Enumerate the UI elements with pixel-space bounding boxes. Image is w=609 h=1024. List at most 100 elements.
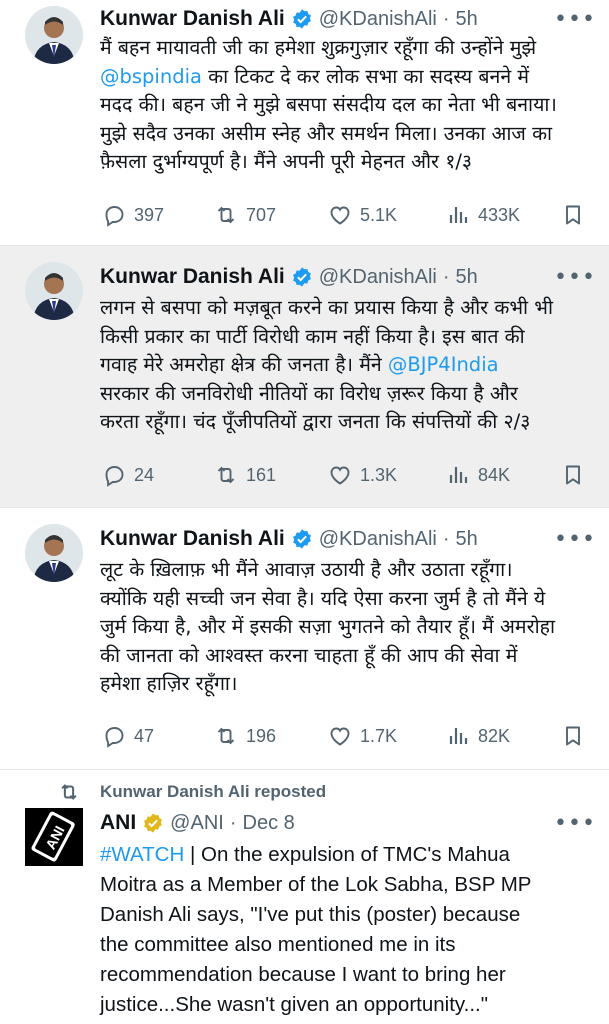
repost-label: Kunwar Danish Ali reposted bbox=[100, 782, 327, 801]
like-button[interactable]: 1.7K bbox=[328, 721, 397, 751]
like-button[interactable]: 1.3K bbox=[328, 460, 397, 490]
reply-count: 47 bbox=[134, 725, 155, 746]
verified-badge-icon bbox=[292, 267, 311, 287]
hashtag-link[interactable]: #WATCH bbox=[100, 843, 184, 866]
author-handle[interactable]: @KDanishAli bbox=[319, 528, 437, 551]
more-icon[interactable]: ••• bbox=[554, 262, 595, 292]
text-line: की जानता को आश्वस्त करना चाहता हूँ की आप… bbox=[100, 642, 595, 671]
reply-button[interactable]: 397 bbox=[102, 200, 164, 230]
text-line: करता रहूँगा। चंद पूँजीपतियों द्वारा जनता… bbox=[100, 408, 595, 437]
repost-icon bbox=[61, 784, 77, 800]
views-icon bbox=[449, 728, 468, 744]
author-handle[interactable]: @ANI bbox=[170, 812, 224, 835]
text-segment: हमेशा हाज़िर रहूँगा। bbox=[100, 672, 238, 695]
tweet-text: लगन से बसपा को मज़बूत करने का प्रयास किय… bbox=[100, 294, 595, 437]
tweet[interactable]: Kunwar Danish Ali @KDanishAli · 5h ••• ल… bbox=[0, 508, 609, 770]
like-icon bbox=[330, 206, 350, 225]
avatar[interactable] bbox=[25, 6, 83, 64]
like-icon bbox=[330, 466, 350, 485]
text-line: @bspindia का टिकट दे कर लोक सभा का सदस्य… bbox=[100, 63, 595, 92]
bookmark-icon bbox=[566, 205, 580, 225]
views-button[interactable]: 82K bbox=[446, 721, 510, 751]
repost-count: 707 bbox=[246, 204, 277, 225]
views-button[interactable]: 84K bbox=[446, 460, 510, 490]
reply-button[interactable]: 47 bbox=[102, 721, 154, 751]
reply-icon bbox=[105, 727, 124, 748]
text-segment: Danish Ali says, "I've put this (poster)… bbox=[100, 903, 521, 926]
more-icon[interactable]: ••• bbox=[554, 524, 595, 554]
tweet-actions: 397 707 5.1K 433K bbox=[100, 200, 589, 230]
text-line: लूट के ख़िलाफ़ भी मैंने आवाज़ उठायी है औ… bbox=[100, 556, 595, 585]
timestamp[interactable]: 5h bbox=[456, 266, 478, 289]
bookmark-button[interactable] bbox=[561, 200, 585, 230]
text-segment: फ़ैसला दुर्भाग्यपूर्ण है। मैंने अपनी पूर… bbox=[100, 150, 473, 173]
text-line: recommendation because I want to bring h… bbox=[100, 960, 595, 990]
repost-button[interactable]: 707 bbox=[214, 200, 276, 230]
avatar[interactable] bbox=[25, 524, 83, 582]
text-line: justice...She wasn't given an opportunit… bbox=[100, 990, 595, 1020]
repost-indicator[interactable]: Kunwar Danish Ali reposted bbox=[58, 780, 326, 804]
verified-badge-icon bbox=[292, 9, 311, 29]
author-name[interactable]: Kunwar Danish Ali bbox=[100, 527, 285, 551]
timestamp[interactable]: 5h bbox=[456, 8, 478, 31]
mention-link[interactable]: @bspindia bbox=[100, 65, 202, 88]
text-segment: जुर्म किया है, और में इसकी सज़ा भुगतने क… bbox=[100, 615, 556, 638]
tweet[interactable]: Kunwar Danish Ali @KDanishAli · 5h ••• म… bbox=[0, 0, 609, 246]
text-segment: justice...She wasn't given an opportunit… bbox=[100, 993, 488, 1016]
tweet-text: मैं बहन मायावती जी का हमेशा शुक्रगुज़ार … bbox=[100, 34, 595, 177]
text-segment: गवाह मेरे अमरोहा क्षेत्र की जनता है। मैं… bbox=[100, 353, 388, 376]
author-name[interactable]: Kunwar Danish Ali bbox=[100, 7, 285, 31]
tweet[interactable]: Kunwar Danish Ali @KDanishAli · 5h ••• ल… bbox=[0, 246, 609, 508]
avatar[interactable] bbox=[25, 262, 83, 320]
text-line: the committee also mentioned me in its bbox=[100, 930, 595, 960]
text-line: सरकार की जनविरोधी नीतियों का विरोध ज़रूर… bbox=[100, 380, 595, 409]
bookmark-icon bbox=[566, 726, 580, 746]
timestamp[interactable]: 5h bbox=[456, 528, 478, 551]
tweet-text: #WATCH | On the expulsion of TMC's Mahua… bbox=[100, 840, 595, 1020]
text-segment: मदद की। बहन जी ने मुझे बसपा संसदीय दल का… bbox=[100, 93, 557, 116]
reply-icon bbox=[105, 466, 124, 487]
text-segment: मैं बहन मायावती जी का हमेशा शुक्रगुज़ार … bbox=[100, 36, 537, 59]
text-line: किसी प्रकार का पार्टी विरोधी काम नहीं कि… bbox=[100, 323, 595, 352]
text-segment: Moitra as a Member of the Lok Sabha, BSP… bbox=[100, 873, 532, 896]
text-segment: का टिकट दे कर लोक सभा का सदस्य बनने में bbox=[201, 64, 530, 88]
mention-link[interactable]: @BJP4India bbox=[388, 353, 499, 376]
bookmark-button[interactable] bbox=[561, 460, 585, 490]
timestamp[interactable]: Dec 8 bbox=[243, 812, 295, 835]
text-segment: मुझे सदैव उनका असीम स्नेह और समर्थन मिला… bbox=[100, 121, 553, 145]
like-count: 1.7K bbox=[360, 725, 398, 746]
text-segment: | On the expulsion of TMC's Mahua bbox=[184, 843, 510, 866]
tweet-header: Kunwar Danish Ali @KDanishAli · 5h ••• bbox=[100, 524, 595, 554]
like-count: 1.3K bbox=[360, 464, 398, 485]
tweet-actions: 47 196 1.7K 82K bbox=[100, 721, 589, 751]
text-segment: किसी प्रकार का पार्टी विरोधी काम नहीं कि… bbox=[100, 324, 525, 348]
views-icon bbox=[449, 207, 468, 223]
text-line: फ़ैसला दुर्भाग्यपूर्ण है। मैंने अपनी पूर… bbox=[100, 148, 595, 177]
author-handle[interactable]: @KDanishAli bbox=[319, 266, 437, 289]
like-button[interactable]: 5.1K bbox=[328, 200, 397, 230]
avatar[interactable]: ANI bbox=[25, 808, 83, 866]
repost-button[interactable]: 161 bbox=[214, 460, 276, 490]
tweet-header: Kunwar Danish Ali @KDanishAli · 5h ••• bbox=[100, 4, 595, 34]
text-segment: the committee also mentioned me in its bbox=[100, 933, 456, 956]
views-button[interactable]: 433K bbox=[446, 200, 520, 230]
author-name[interactable]: Kunwar Danish Ali bbox=[100, 265, 285, 289]
separator-dot: · bbox=[442, 7, 450, 30]
more-icon[interactable]: ••• bbox=[554, 4, 595, 34]
reply-button[interactable]: 24 bbox=[102, 460, 154, 490]
text-line: Danish Ali says, "I've put this (poster)… bbox=[100, 900, 595, 930]
repost-icon bbox=[217, 727, 235, 745]
bookmark-button[interactable] bbox=[561, 721, 585, 751]
text-line: मुझे सदैव उनका असीम स्नेह और समर्थन मिला… bbox=[100, 120, 595, 149]
separator-dot: · bbox=[442, 527, 450, 550]
text-line: क्योंकि यही सच्ची जन सेवा है। यदि ऐसा कर… bbox=[100, 585, 595, 614]
text-line: हमेशा हाज़िर रहूँगा। bbox=[100, 670, 595, 699]
repost-button[interactable]: 196 bbox=[214, 721, 276, 751]
views-icon bbox=[449, 467, 468, 483]
author-name[interactable]: ANI bbox=[100, 811, 136, 835]
more-icon[interactable]: ••• bbox=[554, 808, 595, 838]
like-count: 5.1K bbox=[360, 204, 398, 225]
view-count: 82K bbox=[478, 725, 511, 746]
tweet-actions: 24 161 1.3K 84K bbox=[100, 460, 589, 490]
author-handle[interactable]: @KDanishAli bbox=[319, 8, 437, 31]
